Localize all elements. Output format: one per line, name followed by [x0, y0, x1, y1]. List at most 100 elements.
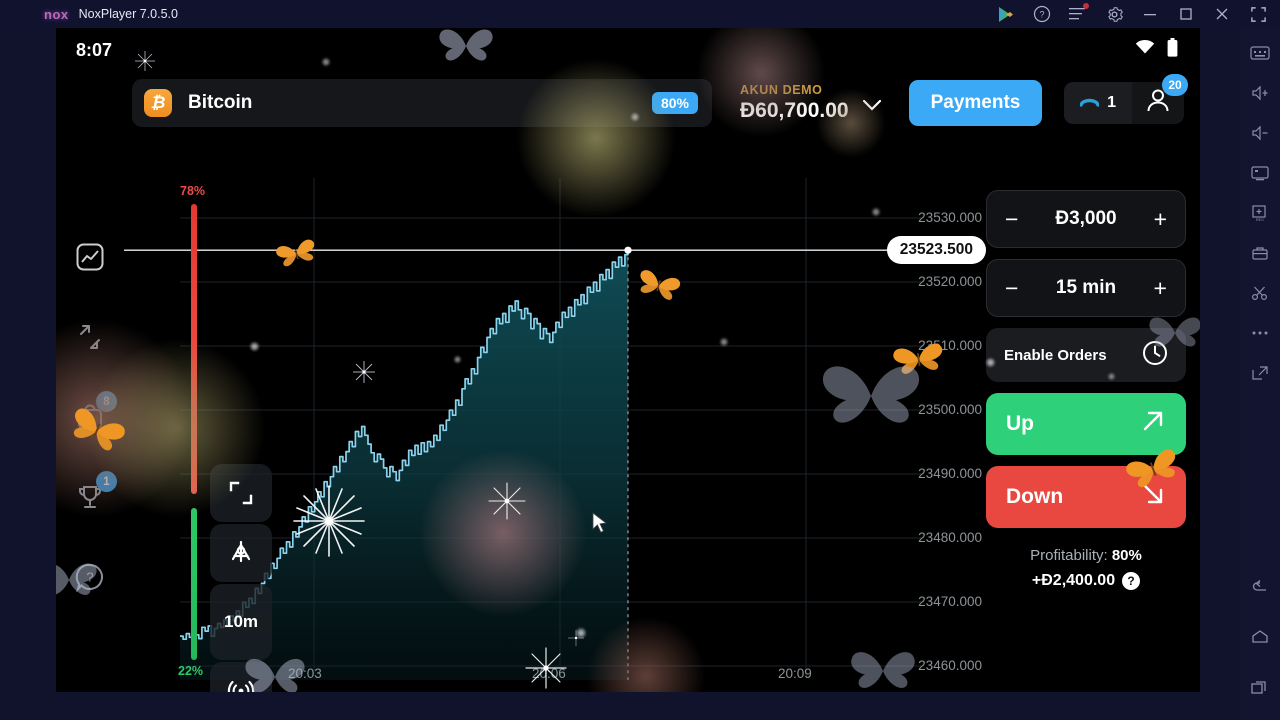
- y-tick: 23490.000: [918, 466, 982, 481]
- keyboard-icon[interactable]: [1249, 42, 1271, 64]
- timeframe-button[interactable]: 10m: [210, 584, 272, 660]
- emulator-screen: 8:07 ₿ Bitcoin 80% AKUN DEMO Đ60,700.00 …: [56, 28, 1200, 692]
- svg-text:?: ?: [1039, 10, 1044, 20]
- up-button[interactable]: Up: [986, 393, 1186, 455]
- help-icon[interactable]: ?: [1032, 4, 1052, 24]
- window-title: NoxPlayer 7.0.5.0: [78, 7, 178, 21]
- share-icon[interactable]: [1249, 362, 1271, 384]
- y-tick: 23470.000: [918, 594, 982, 609]
- toolbox-icon[interactable]: [1249, 242, 1271, 264]
- volume-down-icon[interactable]: [1249, 122, 1271, 144]
- enable-orders-button[interactable]: Enable Orders: [986, 328, 1186, 382]
- volume-up-icon[interactable]: [1249, 82, 1271, 104]
- asset-name: Bitcoin: [188, 92, 253, 113]
- sidebar-item-transfer[interactable]: [73, 320, 107, 354]
- minimize-icon[interactable]: [1140, 4, 1160, 24]
- profitability-prefix: Profitability:: [1030, 547, 1112, 564]
- wifi-icon: [1135, 40, 1155, 60]
- settings-icon[interactable]: [1104, 4, 1124, 24]
- scissors-icon[interactable]: [1249, 282, 1271, 304]
- payments-button[interactable]: Payments: [908, 80, 1043, 126]
- down-button[interactable]: Down: [986, 466, 1186, 528]
- duration-value: 15 min: [1055, 277, 1117, 298]
- maximize-icon[interactable]: [1176, 4, 1196, 24]
- profit-help-icon[interactable]: ?: [1122, 572, 1141, 590]
- sidebar-item-trophy[interactable]: 1: [73, 471, 117, 514]
- menu-icon[interactable]: [1068, 3, 1089, 24]
- android-status-bar: 8:07: [56, 28, 1200, 72]
- app-header: ₿ Bitcoin 80% AKUN DEMO Đ60,700.00 Payme…: [56, 72, 1200, 134]
- duration-increase-button[interactable]: +: [1154, 276, 1167, 300]
- amount-value: Đ3,000: [1055, 208, 1117, 229]
- amount-stepper[interactable]: − Đ3,000 +: [986, 190, 1186, 248]
- mouse-cursor: [592, 512, 608, 540]
- arrow-up-right-icon: [1140, 408, 1166, 440]
- y-tick: 23480.000: [918, 530, 982, 545]
- x-tick: 20:03: [288, 666, 322, 681]
- asset-selector[interactable]: ₿ Bitcoin 80%: [132, 79, 712, 127]
- sidebar-item-bag[interactable]: 8: [73, 391, 117, 434]
- close-icon[interactable]: [1212, 4, 1232, 24]
- balance-amount: Đ60,700.00: [740, 99, 849, 122]
- amount-decrease-button[interactable]: −: [1005, 207, 1018, 231]
- duration-stepper[interactable]: − 15 min +: [986, 259, 1186, 317]
- header-right-group: 1 20: [1064, 74, 1188, 124]
- notification-dot: [1083, 3, 1089, 9]
- titlebar: nox NoxPlayer 7.0.5.0 ?: [0, 0, 1280, 28]
- back-icon[interactable]: [1249, 576, 1271, 598]
- sidebar-item-help[interactable]: ?: [73, 560, 107, 594]
- up-label: Up: [1006, 412, 1034, 435]
- nox-tools-top: REC: [1249, 42, 1271, 384]
- chevron-down-icon[interactable]: [862, 98, 881, 116]
- nox-logo: nox: [44, 6, 69, 22]
- screenshot-icon[interactable]: [1249, 162, 1271, 184]
- sidebar-badge-trophy: 1: [96, 471, 117, 492]
- profitability-info: Profitability: 80% +Đ2,400.00 ?: [986, 547, 1186, 590]
- x-tick: 20:09: [778, 666, 812, 681]
- avatar-badge: 20: [1162, 74, 1188, 96]
- coin-counter[interactable]: 1: [1064, 82, 1132, 124]
- home-icon[interactable]: [1249, 626, 1271, 648]
- sentiment-down-bar: [191, 508, 197, 660]
- recents-icon[interactable]: [1249, 676, 1271, 698]
- nox-tool-sidebar: REC: [1240, 28, 1280, 720]
- y-tick: 23520.000: [918, 274, 982, 289]
- app-left-rail: 8 1 ?: [56, 134, 124, 692]
- enable-orders-label: Enable Orders: [1004, 346, 1107, 364]
- profitability-value: 80%: [1111, 547, 1142, 564]
- duration-decrease-button[interactable]: −: [1005, 276, 1018, 300]
- profit-amount: +Đ2,400.00: [1031, 572, 1116, 589]
- fullscreen-chart-button[interactable]: [210, 464, 272, 522]
- play-store-icon[interactable]: [996, 4, 1016, 24]
- profitability-line: Profitability: 80%: [986, 547, 1186, 564]
- y-tick: 23500.000: [918, 402, 982, 417]
- fullscreen-icon[interactable]: [1248, 4, 1268, 24]
- avatar[interactable]: 20: [1132, 74, 1188, 124]
- record-icon[interactable]: REC: [1249, 202, 1271, 224]
- drawing-tool-button[interactable]: [210, 524, 272, 582]
- sentiment-down-label: 22%: [178, 664, 204, 678]
- noxplayer-window: nox NoxPlayer 7.0.5.0 ? REC 8:07 ₿ Bitco…: [0, 0, 1280, 720]
- battery-icon: [1167, 38, 1178, 62]
- balance-selector[interactable]: AKUN DEMO Đ60,700.00: [740, 83, 881, 123]
- price-chart[interactable]: 78% 22% 10m 23530.000 23520.000 23510.00…: [124, 168, 986, 692]
- sidebar-item-chart[interactable]: [73, 240, 107, 274]
- sidebar-badge-bag: 8: [96, 391, 117, 412]
- x-tick: 20:06: [532, 666, 566, 681]
- current-price-tag: 23523.500: [886, 236, 986, 265]
- down-label: Down: [1006, 485, 1064, 508]
- price-dot: [624, 246, 632, 254]
- sentiment-up-bar: [191, 204, 197, 494]
- y-tick: 23530.000: [918, 210, 982, 225]
- more-icon[interactable]: [1249, 322, 1271, 344]
- svg-text:REC: REC: [1256, 217, 1265, 222]
- android-nav-buttons: [1249, 576, 1271, 698]
- signal-button[interactable]: [210, 662, 272, 692]
- arrow-down-right-icon: [1140, 481, 1166, 513]
- amount-increase-button[interactable]: +: [1154, 207, 1167, 231]
- balance-text: AKUN DEMO Đ60,700.00: [740, 83, 849, 123]
- y-tick: 23510.000: [918, 338, 982, 353]
- account-type-label: AKUN DEMO: [740, 83, 823, 97]
- chart-tool-column: 10m: [210, 464, 272, 692]
- profit-amount-line: +Đ2,400.00 ?: [986, 572, 1186, 590]
